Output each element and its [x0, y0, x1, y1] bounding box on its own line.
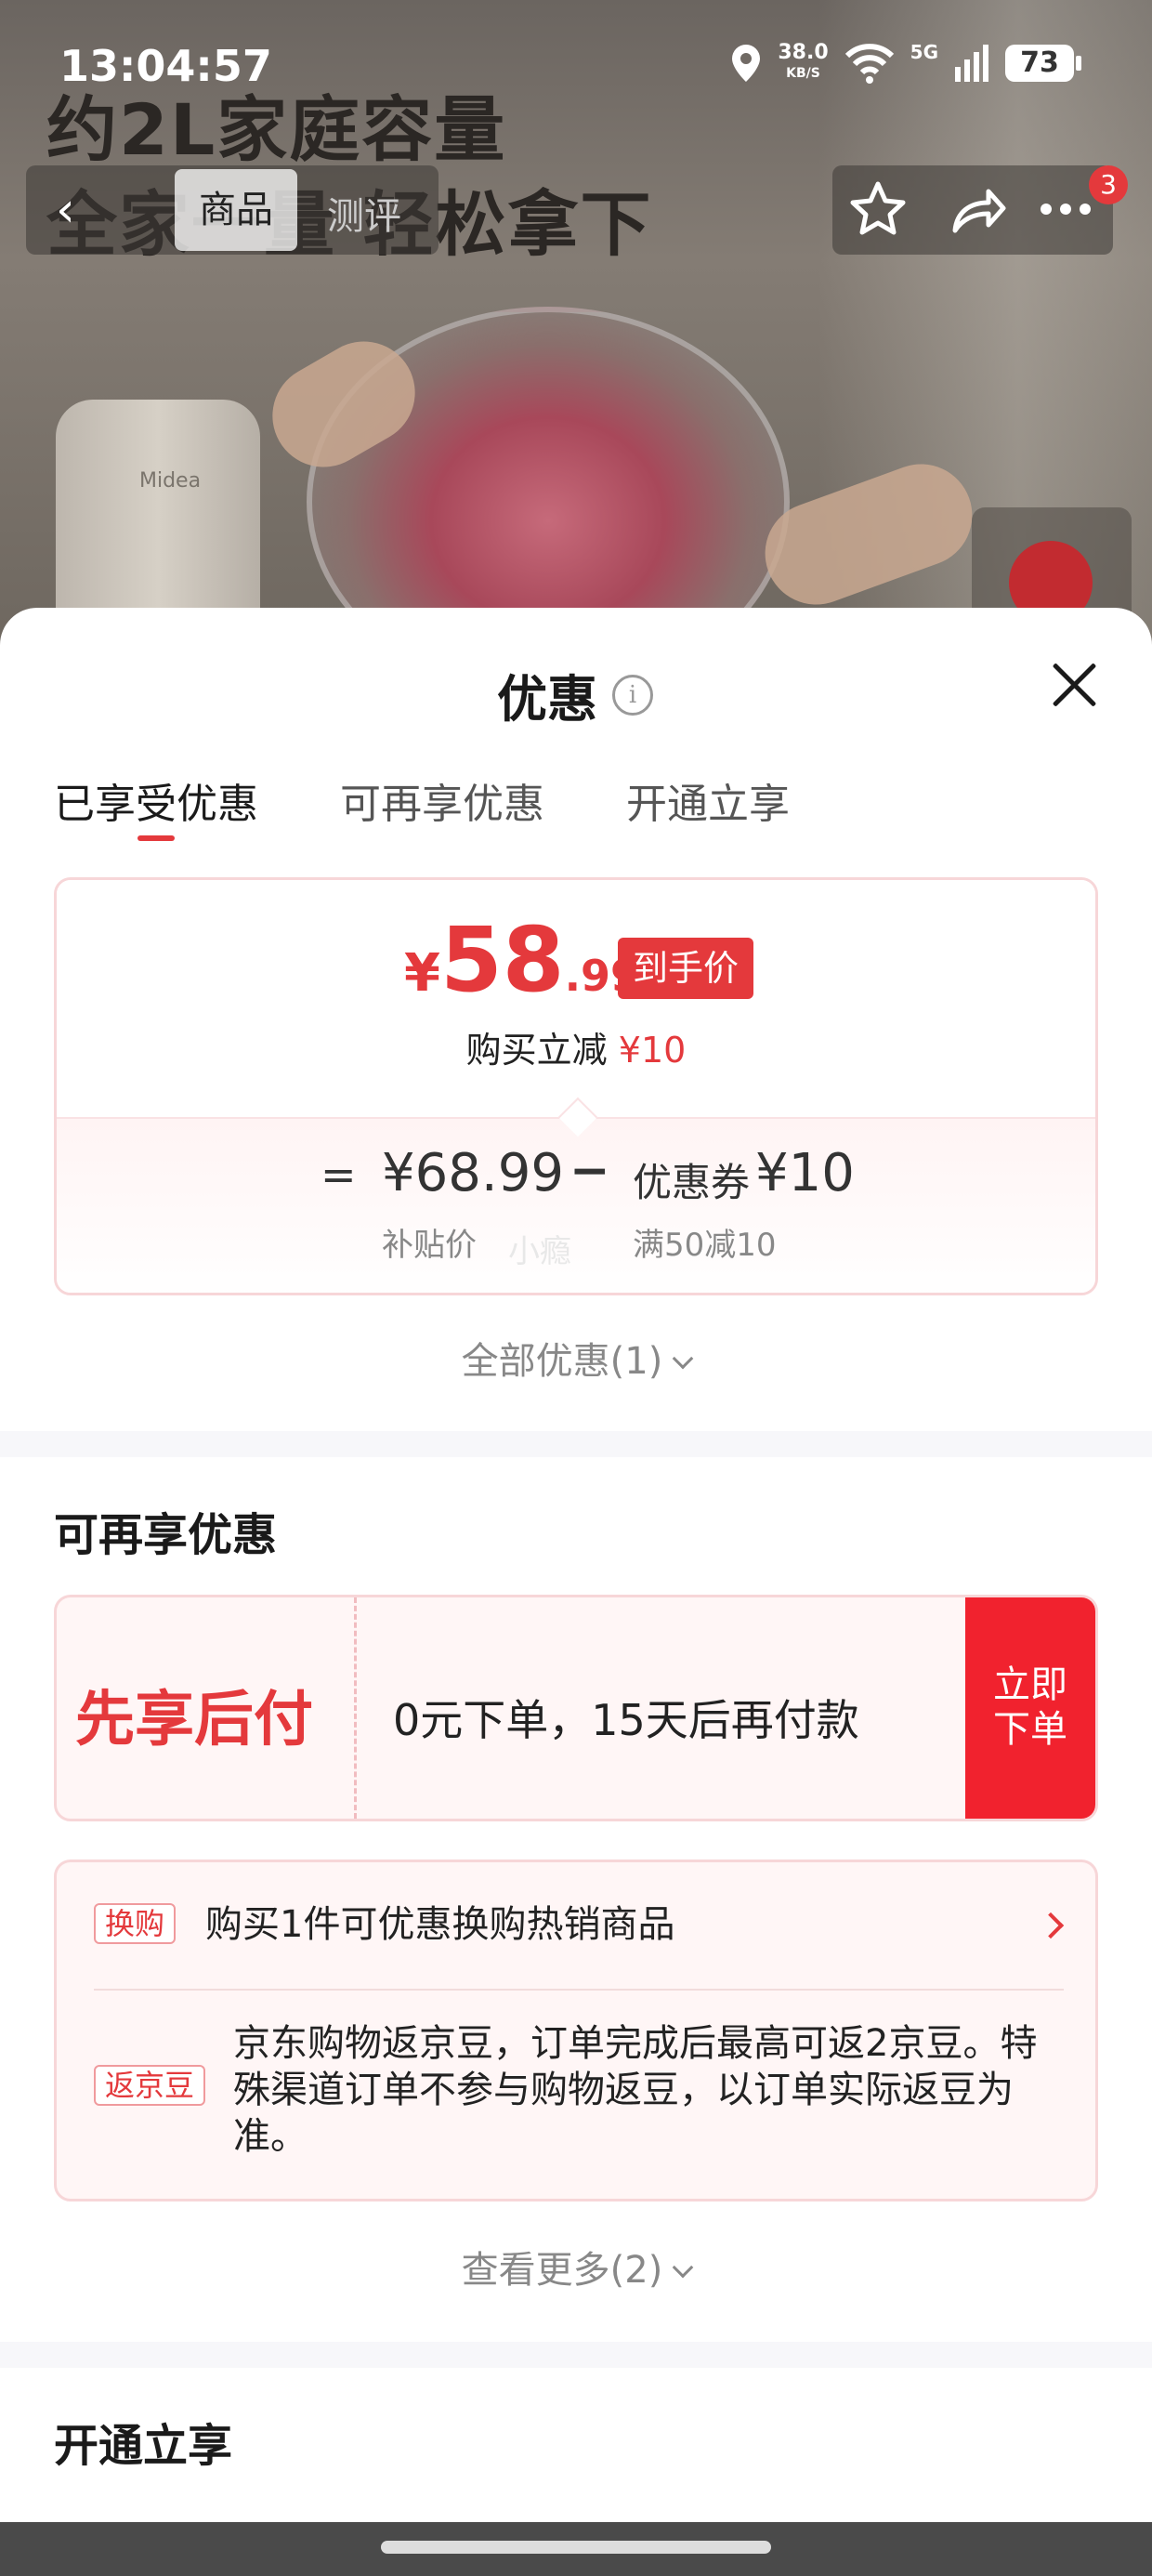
base-price: ¥68.99: [382, 1143, 564, 1203]
instant-discount: 购买立减 ¥10: [465, 1030, 687, 1071]
battery-icon: 73: [1005, 45, 1081, 82]
star-icon[interactable]: [845, 177, 910, 242]
section-divider: [0, 1431, 1152, 1457]
tab-product[interactable]: 商品: [175, 169, 297, 251]
pay-later-card: 先享后付 0元下单，15天后再付款 立即 下单: [54, 1595, 1098, 1821]
sheet-title: 优惠: [497, 670, 597, 729]
final-price-tag: 到手价: [618, 938, 754, 999]
cart-badge: 3: [1089, 165, 1128, 204]
status-bar: 13:04:57 38.0 KB/S 5G 73: [0, 0, 1152, 139]
coupon-label: 优惠券: [633, 1160, 751, 1205]
tab-review[interactable]: 测评: [327, 186, 401, 240]
chevron-right-icon: [1037, 1912, 1065, 1939]
coupon-rule: 满50减10: [633, 1227, 777, 1264]
chevron-down-icon: [673, 2256, 694, 2279]
perk-text-beans: 京东购物返京豆，订单完成后最高可返2京豆。特殊渠道订单不参与购物返豆，以订单实际…: [233, 2022, 1038, 2158]
order-now-button[interactable]: 立即 下单: [965, 1597, 1095, 1819]
watermark: 小瘾: [508, 1233, 571, 1270]
info-icon[interactable]: i: [612, 674, 653, 716]
minus-sign: −: [569, 1143, 610, 1199]
discount-sheet: 优惠 i 已享受优惠 可再享优惠 开通立享 ¥ 58 .99 到手价 购买立减 …: [0, 608, 1152, 2522]
pay-later-desc: 0元下单，15天后再付款: [393, 1695, 859, 1745]
section-title-join: 开通立享: [54, 2420, 233, 2472]
network-type: 5G: [910, 41, 938, 63]
sheet-header: 优惠 i: [497, 658, 653, 731]
chevron-down-icon: [673, 1347, 694, 1370]
final-price: ¥ 58 .99: [404, 908, 641, 1012]
perks-card: 换购 购买1件可优惠换购热销商品 返京豆 京东购物返京豆，订单完成后最高可返2京…: [54, 1860, 1098, 2201]
close-icon[interactable]: [1050, 660, 1098, 708]
share-icon[interactable]: [944, 177, 1009, 242]
perk-tag-exchange: 换购: [94, 1903, 177, 1944]
section-title-more: 可再享优惠: [54, 1509, 278, 1561]
view-more-link[interactable]: 查看更多(2): [0, 2240, 1152, 2293]
product-brand-label: Midea: [139, 469, 202, 493]
network-speed: 38.0 KB/S: [778, 41, 829, 82]
tab-join[interactable]: 开通立享: [626, 770, 790, 830]
base-price-label: 补贴价: [382, 1227, 477, 1264]
wifi-icon: [844, 44, 894, 84]
section-divider: [0, 2342, 1152, 2368]
price-breakdown-card: ¥ 58 .99 到手价 购买立减 ¥10 = ¥68.99 补贴价 小瘾 − …: [54, 877, 1098, 1295]
perk-text-exchange: 购买1件可优惠换购热销商品: [205, 1903, 675, 1946]
signal-icon: [955, 45, 988, 82]
equals-sign: =: [321, 1150, 357, 1200]
pay-later-name: 先享后付: [75, 1686, 313, 1755]
tab-enjoyed[interactable]: 已享受优惠: [54, 770, 258, 841]
perk-tag-beans: 返京豆: [94, 2065, 206, 2106]
back-icon[interactable]: ‹: [56, 182, 75, 238]
tab-more-available[interactable]: 可再享优惠: [340, 770, 544, 830]
coupon-value: ¥10: [755, 1143, 855, 1203]
home-indicator[interactable]: [381, 2541, 771, 2554]
location-icon: [732, 45, 761, 82]
status-time: 13:04:57: [59, 41, 272, 91]
discount-tabs: 已享受优惠 可再享优惠 开通立享: [54, 770, 790, 841]
all-discounts-link[interactable]: 全部优惠(1): [0, 1331, 1152, 1385]
